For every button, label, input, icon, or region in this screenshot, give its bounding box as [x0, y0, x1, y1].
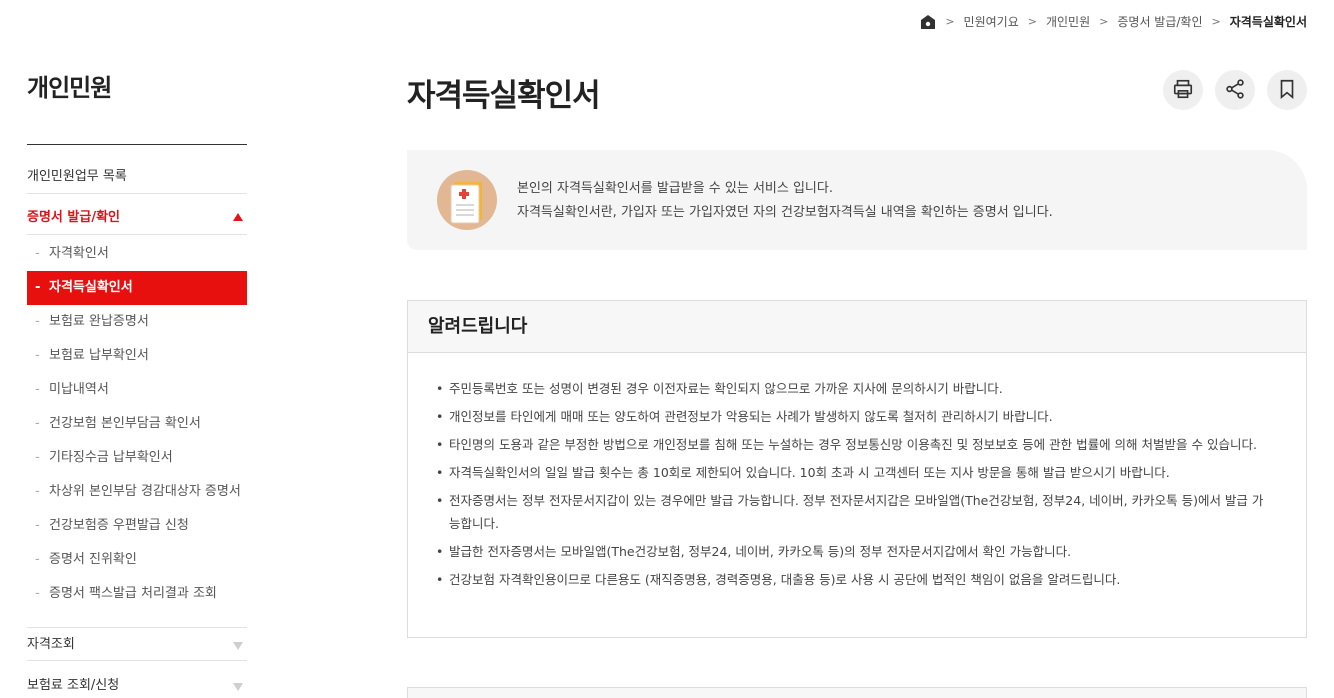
sidebar-title: 개인민원 — [27, 74, 112, 102]
submenu-item[interactable]: - 증명서 진위확인 — [27, 543, 247, 577]
intro-line-1: 본인의 자격득실확인서를 발급받을 수 있는 서비스 입니다. — [517, 181, 833, 196]
submenu-label: 증명서 팩스발급 처리결과 조회 — [49, 586, 217, 601]
submenu-item[interactable]: - 차상위 본인부담 경감대상자 증명서 — [27, 475, 247, 509]
dash-icon: - — [35, 348, 40, 363]
sidebar-item-label: 개인민원업무 목록 — [27, 169, 127, 184]
page-title: 자격득실확인서 — [407, 78, 601, 114]
chevron-right-icon: > — [1211, 15, 1221, 28]
dash-icon: - — [35, 484, 40, 499]
sidebar-item-label: 보험료 조회/신청 — [27, 678, 120, 693]
dash-icon: - — [35, 552, 40, 567]
submenu-item[interactable]: - 건강보험 본인부담금 확인서 — [27, 407, 247, 441]
submenu-item[interactable]: - 미납내역서 — [27, 373, 247, 407]
submenu-item[interactable]: - 자격확인서 — [27, 237, 247, 271]
bookmark-icon — [1276, 78, 1298, 103]
submenu-item[interactable]: - 보험료 납부확인서 — [27, 339, 247, 373]
notice-title: 알려드립니다 — [408, 301, 1306, 353]
dash-icon: - — [35, 586, 40, 601]
breadcrumb-item-1[interactable]: 민원여기요 — [964, 13, 1019, 30]
notice-item: 건강보험 자격확인용이므로 다른용도 (재직증명용, 경력증명용, 대출용 등)… — [436, 568, 1266, 591]
submenu-label: 차상위 본인부담 경감대상자 증명서 — [49, 484, 241, 499]
submenu-item[interactable]: - 증명서 팩스발급 처리결과 조회 — [27, 577, 247, 611]
sidebar-divider — [27, 144, 247, 145]
submenu-item-active[interactable]: - 자격득실확인서 — [27, 271, 247, 305]
dash-icon: - — [35, 518, 40, 533]
caret-down-icon — [233, 642, 243, 650]
breadcrumb-item-3[interactable]: 증명서 발급/확인 — [1117, 13, 1202, 30]
sidebar-item-label: 증명서 발급/확인 — [27, 210, 120, 225]
submenu-label: 보험료 납부확인서 — [49, 348, 149, 363]
sidebar-item-eligibility[interactable]: 자격조회 — [27, 627, 247, 661]
notice-item: 타인명의 도용과 같은 부정한 방법으로 개인정보를 침해 또는 누설하는 경우… — [436, 433, 1266, 456]
submenu-item[interactable]: - 보험료 완납증명서 — [27, 305, 247, 339]
chevron-right-icon: > — [1027, 15, 1037, 28]
chevron-right-icon: > — [945, 15, 955, 28]
breadcrumb-item-2[interactable]: 개인민원 — [1046, 13, 1090, 30]
submenu-label: 보험료 완납증명서 — [49, 314, 149, 329]
bookmark-button[interactable] — [1267, 70, 1307, 110]
sidebar-item-label: 자격조회 — [27, 637, 75, 652]
notice-list: 주민등록번호 또는 성명이 변경된 경우 이전자료는 확인되지 않으므로 가까운… — [408, 353, 1306, 591]
notice-item: 주민등록번호 또는 성명이 변경된 경우 이전자료는 확인되지 않으므로 가까운… — [436, 377, 1266, 400]
notice-item: 전자증명서는 정부 전자문서지갑이 있는 경우에만 발급 가능합니다. 정부 전… — [436, 489, 1266, 535]
intro-box: 본인의 자격득실확인서를 발급받을 수 있는 서비스 입니다. 자격득실확인서란… — [407, 150, 1307, 250]
home-icon[interactable] — [920, 14, 936, 30]
breadcrumb-current: 자격득실확인서 — [1229, 15, 1307, 29]
sidebar-item-premium[interactable]: 보험료 조회/신청 — [27, 669, 247, 698]
document-icon — [437, 170, 497, 230]
submenu-label: 자격확인서 — [49, 246, 109, 261]
submenu-label: 미납내역서 — [49, 382, 109, 397]
dash-icon: - — [35, 382, 40, 397]
dash-icon: - — [35, 450, 40, 465]
notice-item: 자격득실확인서의 일일 발급 횟수는 총 10회로 제한되어 있습니다. 10회… — [436, 461, 1266, 484]
dash-icon: - — [35, 314, 40, 329]
share-button[interactable] — [1215, 70, 1255, 110]
print-icon — [1172, 78, 1194, 103]
intro-line-2: 자격득실확인서란, 가입자 또는 가입자였던 자의 건강보험자격득실 내역을 확… — [517, 205, 1053, 220]
dash-icon: - — [35, 416, 40, 431]
dash-icon: - — [35, 246, 40, 261]
submenu-item[interactable]: - 건강보험증 우편발급 신청 — [27, 509, 247, 543]
chevron-right-icon: > — [1099, 15, 1109, 28]
submenu-item[interactable]: - 기타징수금 납부확인서 — [27, 441, 247, 475]
submenu-label: 증명서 진위확인 — [49, 552, 137, 567]
notice-box: 알려드립니다 주민등록번호 또는 성명이 변경된 경우 이전자료는 확인되지 않… — [407, 300, 1307, 638]
submenu-label: 자격득실확인서 — [49, 280, 133, 295]
caret-down-icon — [233, 683, 243, 691]
dash-icon: - — [35, 280, 41, 295]
submenu-label: 건강보험 본인부담금 확인서 — [49, 416, 201, 431]
print-button[interactable] — [1163, 70, 1203, 110]
sidebar-item-certificates[interactable]: 증명서 발급/확인 — [27, 201, 247, 235]
submenu-label: 기타징수금 납부확인서 — [49, 450, 173, 465]
intro-text: 본인의 자격득실확인서를 발급받을 수 있는 서비스 입니다. 자격득실확인서란… — [517, 177, 1053, 225]
submenu-label: 건강보험증 우편발급 신청 — [49, 518, 189, 533]
share-icon — [1224, 78, 1246, 103]
notice-item: 개인정보를 타인에게 매매 또는 양도하여 관련정보가 악용되는 사례가 발생하… — [436, 405, 1266, 428]
breadcrumb: > 민원여기요 > 개인민원 > 증명서 발급/확인 > 자격득실확인서 — [920, 13, 1307, 30]
sidebar-item-personal-list[interactable]: 개인민원업무 목록 — [27, 160, 247, 194]
next-section-box — [407, 687, 1307, 698]
caret-up-icon — [233, 213, 243, 221]
notice-item: 발급한 전자증명서는 모바일앱(The건강보험, 정부24, 네이버, 카카오톡… — [436, 540, 1266, 563]
